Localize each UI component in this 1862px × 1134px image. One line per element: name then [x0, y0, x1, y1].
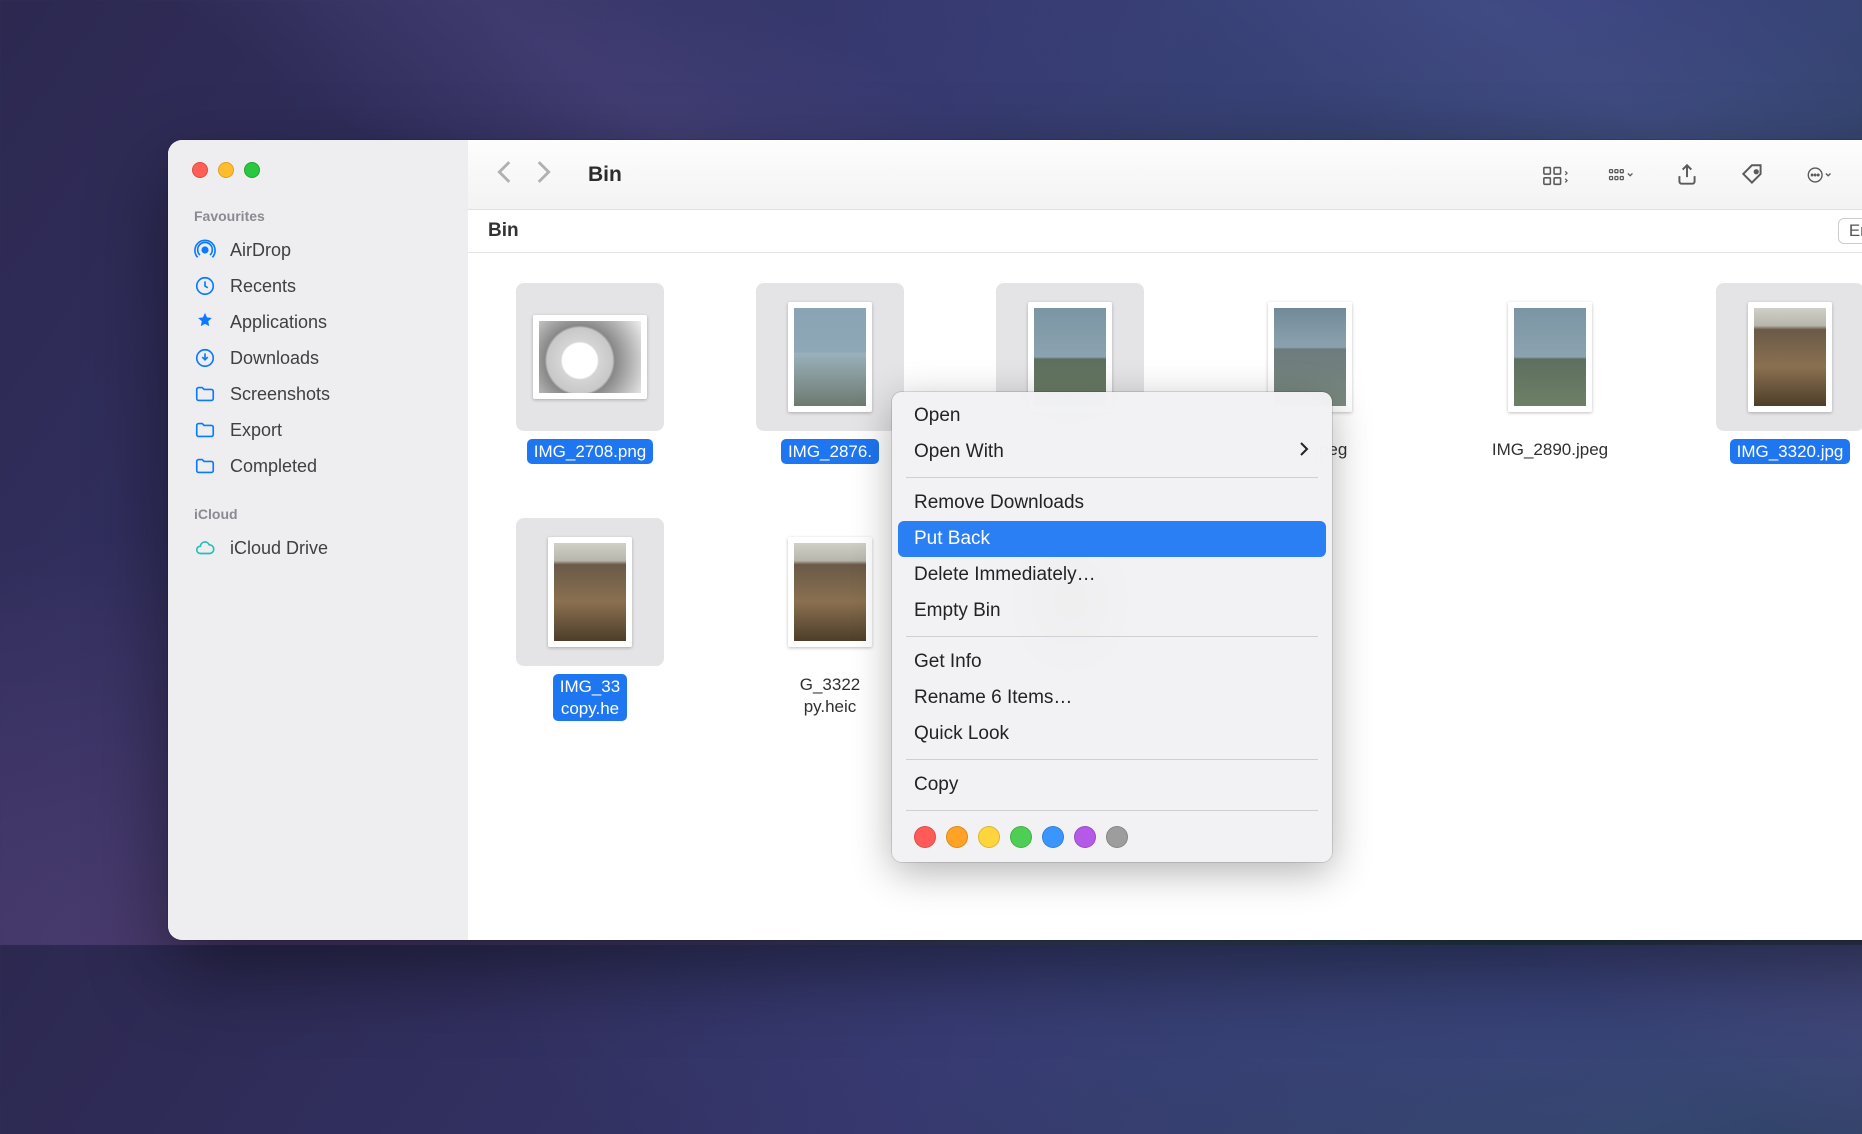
- folder-icon: [194, 419, 216, 441]
- file-thumbnail: [756, 283, 904, 431]
- context-get-info[interactable]: Get Info: [892, 644, 1332, 680]
- window-traffic-lights: [192, 162, 468, 178]
- file-label: IMG_2876.: [781, 439, 879, 464]
- sidebar: Favourites AirDrop Recents Applications …: [168, 140, 468, 940]
- context-menu: Open Open With Remove Downloads Put Back…: [892, 392, 1332, 862]
- tag-color[interactable]: [1010, 826, 1032, 848]
- context-put-back[interactable]: Put Back: [898, 521, 1326, 557]
- context-separator: [906, 759, 1318, 760]
- file-label: IMG_3320.jpg: [1730, 439, 1851, 464]
- file-item[interactable]: IMG_33 copy.he: [498, 518, 682, 721]
- clock-icon: [194, 275, 216, 297]
- airdrop-icon: [194, 239, 216, 261]
- path-bar: Bin Empty: [468, 210, 1862, 253]
- tag-color[interactable]: [946, 826, 968, 848]
- minimize-window-button[interactable]: [218, 162, 234, 178]
- file-label: IMG_33 copy.he: [553, 674, 627, 721]
- file-thumbnail: [756, 518, 904, 666]
- context-separator: [906, 477, 1318, 478]
- sidebar-item-screenshots[interactable]: Screenshots: [168, 376, 468, 412]
- nav-forward-button[interactable]: [526, 155, 560, 194]
- context-tag-row: [892, 818, 1332, 856]
- tags-button[interactable]: [1730, 162, 1776, 188]
- chevron-right-icon: [1298, 441, 1310, 463]
- file-label: IMG_2708.png: [527, 439, 653, 464]
- sidebar-item-airdrop[interactable]: AirDrop: [168, 232, 468, 268]
- empty-bin-button[interactable]: Empty: [1838, 218, 1862, 244]
- file-label: G_3322 py.heic: [800, 674, 861, 717]
- more-actions-button[interactable]: [1796, 162, 1842, 188]
- sidebar-item-label: Recents: [230, 276, 296, 297]
- context-remove-downloads[interactable]: Remove Downloads: [892, 485, 1332, 521]
- cloud-icon: [194, 537, 216, 559]
- download-icon: [194, 347, 216, 369]
- sidebar-item-export[interactable]: Export: [168, 412, 468, 448]
- share-button[interactable]: [1664, 162, 1710, 188]
- tag-color[interactable]: [914, 826, 936, 848]
- file-thumbnail: [516, 518, 664, 666]
- sidebar-item-recents[interactable]: Recents: [168, 268, 468, 304]
- sidebar-item-label: Screenshots: [230, 384, 330, 405]
- tag-color[interactable]: [1074, 826, 1096, 848]
- sidebar-item-applications[interactable]: Applications: [168, 304, 468, 340]
- file-item[interactable]: IMG_2890.jpeg: [1458, 283, 1642, 464]
- file-item[interactable]: IMG_3320.jpg: [1698, 283, 1862, 464]
- view-mode-button[interactable]: [1532, 162, 1578, 188]
- file-label: IMG_2890.jpeg: [1492, 439, 1608, 460]
- toolbar: Bin: [468, 140, 1862, 210]
- file-item[interactable]: IMG_2708.png: [498, 283, 682, 464]
- file-thumbnail: [1476, 283, 1624, 431]
- file-thumbnail: [516, 283, 664, 431]
- close-window-button[interactable]: [192, 162, 208, 178]
- sidebar-item-label: Downloads: [230, 348, 319, 369]
- tag-color[interactable]: [1042, 826, 1064, 848]
- folder-icon: [194, 455, 216, 477]
- sidebar-item-label: Applications: [230, 312, 327, 333]
- tag-color[interactable]: [978, 826, 1000, 848]
- sidebar-item-label: Export: [230, 420, 282, 441]
- group-button[interactable]: [1598, 162, 1644, 188]
- context-separator: [906, 636, 1318, 637]
- sidebar-item-label: iCloud Drive: [230, 538, 328, 559]
- context-empty-bin[interactable]: Empty Bin: [892, 593, 1332, 629]
- context-open-with[interactable]: Open With: [892, 434, 1332, 470]
- path-title: Bin: [488, 220, 519, 242]
- sidebar-header-favourites: Favourites: [168, 208, 468, 232]
- sidebar-item-label: AirDrop: [230, 240, 291, 261]
- sidebar-header-icloud: iCloud: [168, 506, 468, 530]
- tag-color[interactable]: [1106, 826, 1128, 848]
- applications-icon: [194, 311, 216, 333]
- context-delete-immediately[interactable]: Delete Immediately…: [892, 557, 1332, 593]
- sidebar-item-completed[interactable]: Completed: [168, 448, 468, 484]
- context-copy[interactable]: Copy: [892, 767, 1332, 803]
- folder-icon: [194, 383, 216, 405]
- nav-back-button[interactable]: [488, 155, 522, 194]
- sidebar-item-label: Completed: [230, 456, 317, 477]
- sidebar-item-icloud-drive[interactable]: iCloud Drive: [168, 530, 468, 566]
- maximize-window-button[interactable]: [244, 162, 260, 178]
- sidebar-item-downloads[interactable]: Downloads: [168, 340, 468, 376]
- window-title: Bin: [588, 163, 622, 187]
- context-quick-look[interactable]: Quick Look: [892, 716, 1332, 752]
- context-open[interactable]: Open: [892, 398, 1332, 434]
- context-separator: [906, 810, 1318, 811]
- file-thumbnail: [1716, 283, 1862, 431]
- context-rename[interactable]: Rename 6 Items…: [892, 680, 1332, 716]
